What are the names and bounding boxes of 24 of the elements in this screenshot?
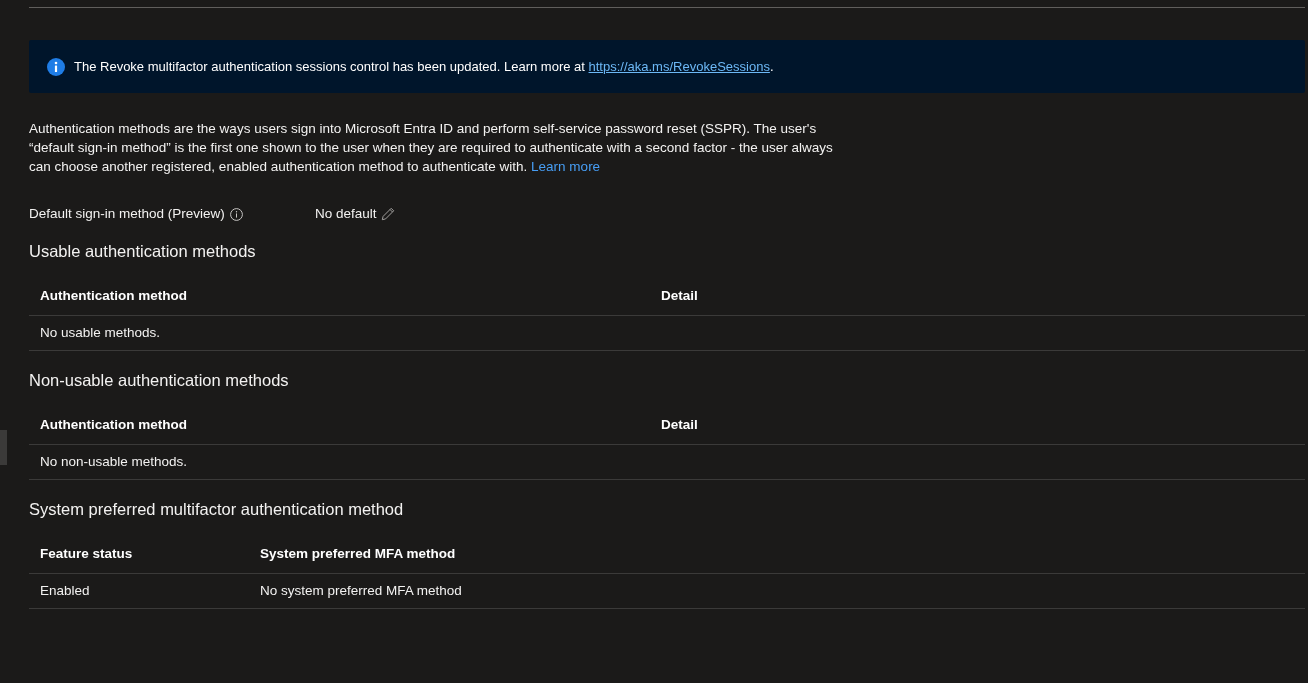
empty-message: No non-usable methods. <box>39 452 189 471</box>
field-label: Default sign-in method (Preview) <box>29 204 225 223</box>
column-header: Authentication method <box>39 416 188 435</box>
column-header: System preferred MFA method <box>259 545 457 564</box>
section-heading: Usable authentication methods <box>29 241 257 262</box>
column-header: Detail <box>660 287 699 306</box>
section-heading: Non-usable authentication methods <box>29 370 290 391</box>
column-header: Authentication method <box>39 287 188 306</box>
edit-button[interactable] <box>380 207 395 221</box>
scrollbar-thumb[interactable] <box>0 430 7 465</box>
pencil-icon <box>380 207 395 221</box>
empty-message: No usable methods. <box>39 323 162 342</box>
description-paragraph: Authentication methods are the ways users sign into Microsoft Entra ID and perform self-service password reset (SSPR). The user's “default sign-in method” is the first one shown to the user when they are required to authenticate with a second factor - the user always can choose another registered, enabled authentication method to authenticate with. Learn more <box>29 120 834 176</box>
info-icon <box>47 57 65 76</box>
column-header: Feature status <box>39 545 134 564</box>
field-value: No default <box>315 204 377 223</box>
column-header: Detail <box>660 416 699 435</box>
table-cell-text: Enabled <box>39 581 91 600</box>
table-cell-text: No system preferred MFA method <box>259 581 463 600</box>
info-icon[interactable] <box>229 207 243 221</box>
section-heading: System preferred multifactor authentication method <box>29 499 405 520</box>
learn-more-link[interactable]: Learn more <box>531 159 601 174</box>
notice-text: The Revoke multifactor authentication sessions control has been updated. Learn more at https://aka.ms/RevokeSessions. <box>74 57 774 76</box>
notice-link[interactable]: https://aka.ms/RevokeSessions <box>588 58 770 74</box>
